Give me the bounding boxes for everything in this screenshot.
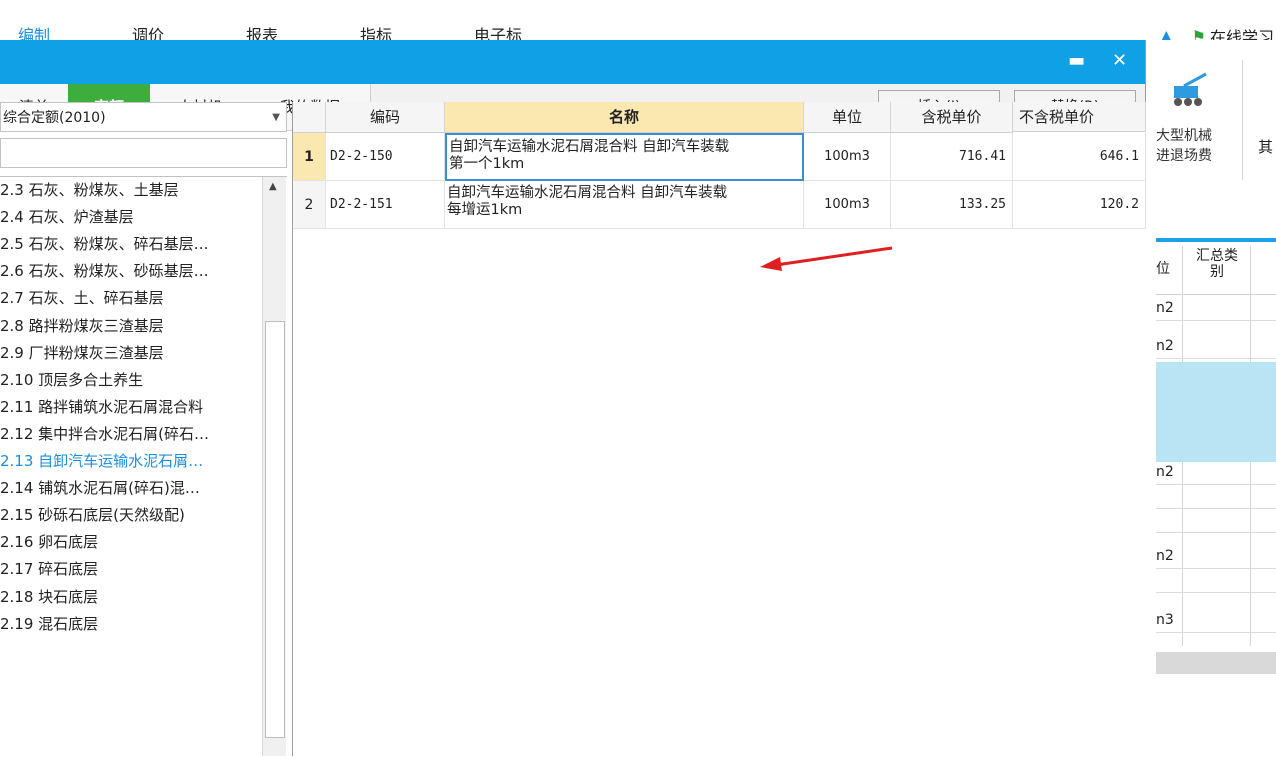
right-grid-row[interactable]: n3: [1156, 608, 1276, 633]
price-without-tax[interactable]: 646.1: [1013, 133, 1146, 181]
tree-item[interactable]: 2.11 路拌铺筑水泥石屑混合料: [0, 394, 203, 420]
scrollbar-thumb[interactable]: [265, 321, 285, 738]
scroll-up-icon[interactable]: ▲: [269, 181, 277, 192]
quota-code[interactable]: D2-2-150: [326, 133, 445, 181]
grid-header-name[interactable]: 名称: [445, 102, 804, 133]
row-number[interactable]: 1: [293, 133, 326, 181]
col-header-summary-line2: 别: [1210, 264, 1224, 280]
col-header-unit: 位: [1156, 261, 1170, 277]
tree-item[interactable]: 2.7 石灰、土、碎石基层: [0, 285, 164, 311]
right-grid-row[interactable]: [1156, 484, 1276, 509]
col-header-summary-line1: 汇总类: [1196, 248, 1238, 264]
quota-code[interactable]: D2-2-151: [326, 181, 445, 229]
arrow-shaft: [775, 246, 893, 267]
tree-item[interactable]: 2.8 路拌粉煤灰三渣基层: [0, 313, 164, 339]
tree-item[interactable]: 2.6 石灰、粉煤灰、砂砾基层…: [0, 258, 209, 284]
main-window-right-panel: 大型机械 进退场费 其 位 汇总类 别 n2 n2 n2 n2 n3: [1146, 40, 1276, 756]
grid-header-rownum: [293, 102, 326, 133]
crane-icon[interactable]: [1170, 70, 1210, 110]
annotation-arrow: [760, 246, 893, 271]
right-grid-row[interactable]: [1156, 508, 1276, 533]
quota-name-line1: 自卸汽车运输水泥石屑混合料 自卸汽车装载: [449, 139, 730, 155]
dialog-titlebar: ▬ ✕: [0, 40, 1145, 84]
machine-label-line1: 大型机械: [1156, 128, 1212, 144]
tree-item[interactable]: 2.17 碎石底层: [0, 556, 98, 582]
tree-item[interactable]: 2.4 石灰、炉渣基层: [0, 204, 134, 230]
large-machinery-button[interactable]: 大型机械 进退场费: [1156, 126, 1212, 166]
quota-grid: 编码 名称 单位 含税单价 不含税单价 1 D2-2-150 自卸汽车运输水泥石…: [292, 102, 1146, 756]
col-header-summary: 汇总类 别: [1196, 248, 1238, 280]
tree-item[interactable]: 2.12 集中拌合水泥石屑(碎石…: [0, 421, 209, 447]
tree-item[interactable]: 2.15 砂砾石底层(天然级配): [0, 502, 185, 528]
quota-library-select[interactable]: 综合定额(2010) ▼: [0, 102, 287, 132]
close-icon[interactable]: ✕: [1112, 50, 1127, 71]
right-grid-row[interactable]: n2: [1156, 334, 1276, 359]
tree-item[interactable]: 2.13 自卸汽车运输水泥石屑…: [0, 448, 203, 474]
tree-item[interactable]: 2.16 卵石底层: [0, 529, 98, 555]
tree-item[interactable]: 2.5 石灰、粉煤灰、碎石基层…: [0, 231, 209, 257]
grid-header-unit[interactable]: 单位: [804, 102, 891, 133]
price-with-tax[interactable]: 716.41: [891, 133, 1013, 181]
grid-header-price-tax[interactable]: 含税单价: [891, 102, 1013, 133]
tree-item[interactable]: 2.9 厂拌粉煤灰三渣基层: [0, 340, 164, 366]
panel-accent-bar: [1156, 238, 1276, 242]
arrow-head: [760, 257, 782, 271]
quota-unit[interactable]: 100m3: [804, 133, 891, 181]
tree-item[interactable]: 2.18 块石底层: [0, 584, 98, 610]
quota-library-value: 综合定额(2010): [3, 110, 106, 126]
quota-name-line1: 自卸汽车运输水泥石屑混合料 自卸汽车装载: [447, 185, 728, 201]
chevron-down-icon[interactable]: ▼: [272, 103, 280, 133]
quota-tree: 2.3 石灰、粉煤灰、土基层 2.4 石灰、炉渣基层 2.5 石灰、粉煤灰、碎石基层…: [0, 176, 287, 757]
right-grid-row[interactable]: n2: [1156, 460, 1276, 485]
search-input[interactable]: [0, 138, 287, 168]
tree-item[interactable]: 2.14 铺筑水泥石屑(碎石)混…: [0, 475, 200, 501]
quota-name-line2: 第一个1km: [449, 156, 525, 172]
price-without-tax[interactable]: 120.2: [1013, 181, 1146, 229]
right-grid-row[interactable]: n2: [1156, 296, 1276, 321]
row-number[interactable]: 2: [293, 181, 326, 229]
quota-name-line2: 每增运1km: [447, 202, 523, 218]
tree-item[interactable]: 2.10 顶层多合土养生: [0, 367, 143, 393]
price-with-tax[interactable]: 133.25: [891, 181, 1013, 229]
ribbon-separator: [1242, 60, 1243, 180]
right-grid-highlight-row[interactable]: [1156, 362, 1276, 462]
tree-item[interactable]: 2.19 混石底层: [0, 611, 98, 637]
tree-scrollbar[interactable]: ▲: [262, 177, 286, 756]
quota-name[interactable]: 自卸汽车运输水泥石屑混合料 自卸汽车装载 每增运1km: [445, 181, 804, 229]
quota-name[interactable]: 自卸汽车运输水泥石屑混合料 自卸汽车装载 第一个1km: [445, 133, 804, 181]
right-grid-row[interactable]: [1156, 568, 1276, 593]
tree-item[interactable]: 2.3 石灰、粉煤灰、土基层: [0, 177, 179, 203]
maximize-icon[interactable]: ▬: [1068, 50, 1085, 71]
top-menu-bar: 编制 调价 报表 指标 电子标 ▲ ⚑ 在线学习: [0, 0, 1276, 47]
grid-header-price-notax[interactable]: 不含税单价: [1013, 102, 1146, 132]
grid-header-code[interactable]: 编码: [326, 102, 445, 133]
right-grid-row[interactable]: n2: [1156, 544, 1276, 569]
right-panel-scrollbar[interactable]: [1156, 652, 1276, 674]
machine-label-line2: 进退场费: [1156, 148, 1212, 164]
quota-unit[interactable]: 100m3: [804, 181, 891, 229]
other-button-label[interactable]: 其: [1258, 136, 1273, 157]
right-grid-header: 位 汇总类 别: [1156, 246, 1276, 295]
